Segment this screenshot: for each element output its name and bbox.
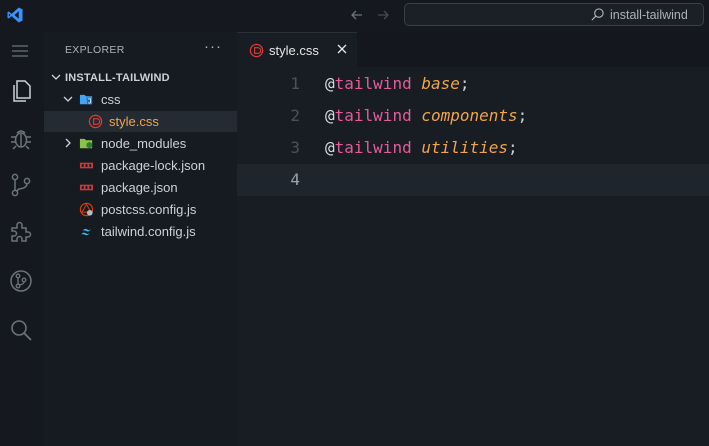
tree-item-label: package.json xyxy=(101,180,178,195)
more-actions-icon[interactable]: ··· xyxy=(204,38,222,55)
css-file-icon xyxy=(249,43,264,58)
close-icon[interactable] xyxy=(335,42,349,56)
code-line: 1 @tailwind base; xyxy=(237,68,709,100)
arrow-right-icon[interactable] xyxy=(374,6,392,24)
line-text: @tailwind utilities; xyxy=(325,138,518,157)
command-center-search[interactable]: install-tailwind xyxy=(404,3,704,26)
tree-item-label: package-lock.json xyxy=(101,158,206,173)
postcss-icon xyxy=(79,202,94,217)
tree-item-tailwind-config[interactable]: tailwind.config.js xyxy=(44,221,237,242)
explorer-icon[interactable] xyxy=(8,78,34,104)
chevron-right-icon xyxy=(65,138,71,148)
vscode-logo-icon xyxy=(7,7,23,23)
git-graph-icon[interactable] xyxy=(8,268,34,294)
title-bar: install-tailwind xyxy=(0,0,709,32)
tree-item-css-folder[interactable]: css xyxy=(44,89,237,110)
tree-item-style-css[interactable]: style.css xyxy=(44,111,237,132)
tab-bar: style.css xyxy=(237,32,709,67)
tree-item-label: css xyxy=(101,92,121,107)
code-line: 2 @tailwind components; xyxy=(237,100,709,132)
line-number: 4 xyxy=(290,170,300,189)
tree-item-node-modules[interactable]: node_modules xyxy=(44,133,237,154)
explorer-sidebar: EXPLORER ··· INSTALL-TAILWIND css style.… xyxy=(44,32,237,446)
chevron-down-icon xyxy=(63,96,73,102)
line-text: @tailwind components; xyxy=(325,106,528,125)
activity-bar xyxy=(0,32,44,446)
command-center-text: install-tailwind xyxy=(610,8,688,22)
source-control-icon[interactable] xyxy=(8,172,34,198)
extensions-icon[interactable] xyxy=(8,219,34,245)
search-icon[interactable] xyxy=(8,317,34,343)
tree-item-package-json[interactable]: package.json xyxy=(44,177,237,198)
tree-item-package-lock[interactable]: package-lock.json xyxy=(44,155,237,176)
line-text: @tailwind base; xyxy=(325,74,470,93)
debug-icon[interactable] xyxy=(8,125,34,151)
explorer-title: EXPLORER xyxy=(65,44,125,56)
chevron-down-icon xyxy=(51,74,61,80)
line-number: 3 xyxy=(290,138,300,157)
npm-icon xyxy=(79,162,94,169)
tree-item-label: postcss.config.js xyxy=(101,202,197,217)
editor-area: style.css 1 @tailwind base; 2 @tailwind … xyxy=(237,32,709,446)
line-number: 1 xyxy=(290,74,300,93)
folder-root-label: INSTALL-TAILWIND xyxy=(65,72,170,84)
menu-icon[interactable] xyxy=(9,40,31,62)
tab-style-css[interactable]: style.css xyxy=(237,32,357,67)
tree-item-postcss-config[interactable]: postcss.config.js xyxy=(44,199,237,220)
arrow-left-icon[interactable] xyxy=(348,6,366,24)
npm-icon xyxy=(79,184,94,191)
tab-label: style.css xyxy=(269,43,319,58)
line-number: 2 xyxy=(290,106,300,125)
code-line: 3 @tailwind utilities; xyxy=(237,132,709,164)
folder-root[interactable]: INSTALL-TAILWIND xyxy=(44,67,237,88)
tree-item-label: node_modules xyxy=(101,136,187,151)
css-file-icon xyxy=(88,114,103,129)
node-folder-icon xyxy=(79,138,93,149)
code-line-current: 4 xyxy=(237,164,709,196)
css-folder-icon xyxy=(79,94,93,105)
search-icon xyxy=(591,8,604,21)
tree-item-label: style.css xyxy=(109,114,159,129)
tailwind-icon xyxy=(81,228,91,236)
tree-item-label: tailwind.config.js xyxy=(101,224,196,239)
